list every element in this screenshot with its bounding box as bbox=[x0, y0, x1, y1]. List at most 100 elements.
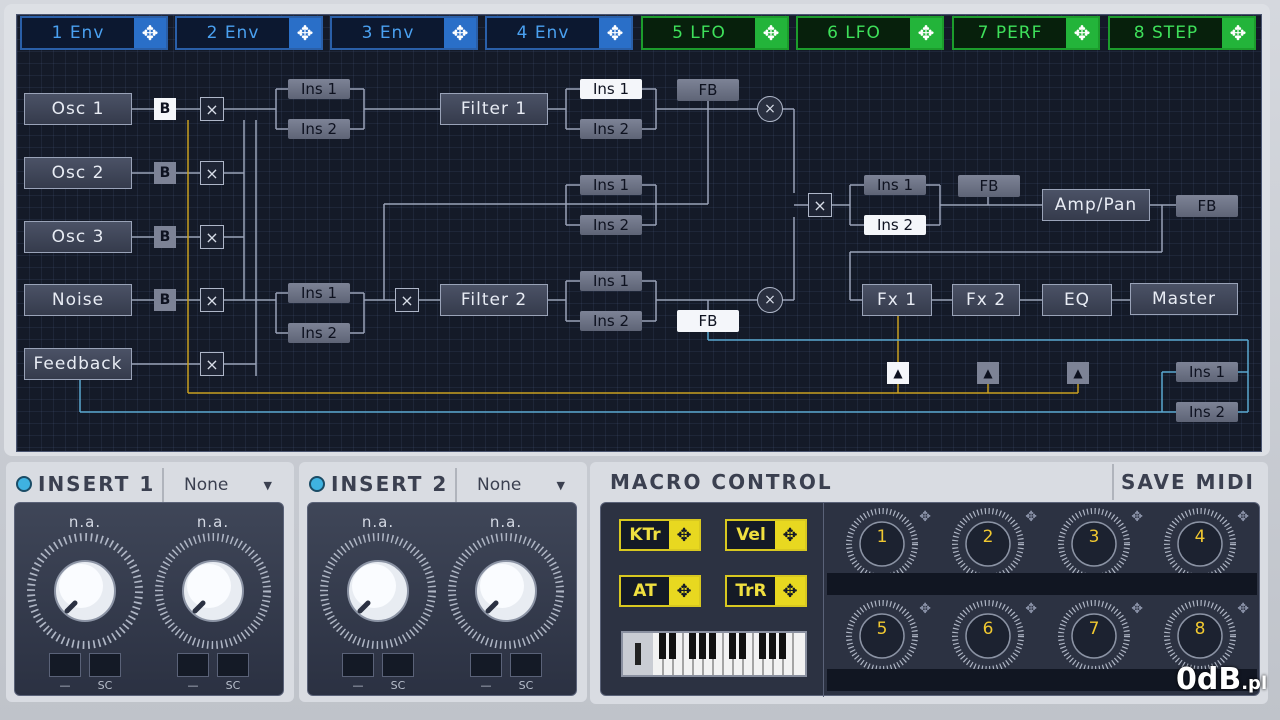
macro-source-ktr[interactable]: KTr ✥ bbox=[619, 519, 701, 551]
macro-knob-4[interactable]: 4 ✥ bbox=[1147, 507, 1253, 581]
filter2-mix-box[interactable]: × bbox=[395, 288, 419, 312]
post-filter1-ins2[interactable]: Ins 2 bbox=[580, 119, 642, 139]
insert1-b-sc-button[interactable] bbox=[217, 653, 249, 677]
tab-5-lfo[interactable]: 5 LFO ✥ bbox=[641, 16, 789, 50]
osc1-mix-box[interactable]: × bbox=[200, 97, 224, 121]
move-arrows-icon[interactable]: ✥ bbox=[755, 18, 787, 48]
pre-amp-ins1[interactable]: Ins 1 bbox=[864, 175, 926, 195]
osc2-mix-box[interactable]: × bbox=[200, 161, 224, 185]
move-arrows-icon[interactable]: ✥ bbox=[919, 601, 931, 617]
fx1-send-up-icon[interactable]: ▲ bbox=[887, 362, 909, 384]
insert2-b-sc-button[interactable] bbox=[510, 653, 542, 677]
insert1-knob-b[interactable]: n.a. bbox=[153, 513, 273, 653]
feedback-ins2[interactable]: Ins 2 bbox=[1176, 402, 1238, 422]
move-arrows-icon[interactable]: ✥ bbox=[1222, 18, 1254, 48]
insert2-a-sc-button[interactable] bbox=[382, 653, 414, 677]
move-arrows-icon[interactable]: ✥ bbox=[1131, 509, 1143, 525]
insert1-knob-a[interactable]: n.a. bbox=[25, 513, 145, 653]
filter2-vca-node[interactable]: × bbox=[757, 287, 783, 313]
insert2-power-led[interactable] bbox=[309, 476, 325, 492]
pre-amp-fb-button[interactable]: FB bbox=[958, 175, 1020, 197]
mid-ins1[interactable]: Ins 1 bbox=[580, 175, 642, 195]
insert1-a-sc-button[interactable] bbox=[89, 653, 121, 677]
macro-knob-2[interactable]: 2 ✥ bbox=[935, 507, 1041, 581]
eq-module[interactable]: EQ bbox=[1042, 284, 1112, 316]
insert2-knob-a[interactable]: n.a. bbox=[318, 513, 438, 653]
macro-source-vel[interactable]: Vel ✥ bbox=[725, 519, 807, 551]
move-arrows-icon[interactable]: ✥ bbox=[444, 18, 476, 48]
insert2-type-select[interactable]: None ▼ bbox=[455, 468, 575, 502]
feedback-mix-box[interactable]: × bbox=[200, 352, 224, 376]
move-arrows-icon[interactable]: ✥ bbox=[775, 577, 805, 605]
move-arrows-icon[interactable]: ✥ bbox=[1131, 601, 1143, 617]
move-arrows-icon[interactable]: ✥ bbox=[1025, 601, 1037, 617]
filter1-vca-node[interactable]: × bbox=[757, 96, 783, 122]
feedback-module[interactable]: Feedback bbox=[24, 348, 132, 380]
macro-source-at[interactable]: AT ✥ bbox=[619, 575, 701, 607]
mid-ins2[interactable]: Ins 2 bbox=[580, 215, 642, 235]
osc1-b-button[interactable]: B bbox=[154, 98, 176, 120]
feedback-ins1[interactable]: Ins 1 bbox=[1176, 362, 1238, 382]
tab-8-step[interactable]: 8 STEP ✥ bbox=[1108, 16, 1256, 50]
tab-6-lfo[interactable]: 6 LFO ✥ bbox=[796, 16, 944, 50]
fx1-module[interactable]: Fx 1 bbox=[862, 284, 932, 316]
pre-amp-ins2[interactable]: Ins 2 bbox=[864, 215, 926, 235]
insert2-knob-b[interactable]: n.a. bbox=[446, 513, 566, 653]
post-filter1-ins1[interactable]: Ins 1 bbox=[580, 79, 642, 99]
filter1-fb-button[interactable]: FB bbox=[677, 79, 739, 101]
macro-knob-5[interactable]: 5 ✥ bbox=[829, 599, 935, 673]
move-arrows-icon[interactable]: ✥ bbox=[919, 509, 931, 525]
macro-knob-7[interactable]: 7 ✥ bbox=[1041, 599, 1147, 673]
tab-4-env[interactable]: 4 Env ✥ bbox=[485, 16, 633, 50]
pre-filter2-ins1[interactable]: Ins 1 bbox=[288, 283, 350, 303]
insert2-a-minus-button[interactable] bbox=[342, 653, 374, 677]
filter2-module[interactable]: Filter 2 bbox=[440, 284, 548, 316]
fx2-module[interactable]: Fx 2 bbox=[952, 284, 1020, 316]
macro-knob-6[interactable]: 6 ✥ bbox=[935, 599, 1041, 673]
eq-send-up-icon[interactable]: ▲ bbox=[1067, 362, 1089, 384]
fx2-send-up-icon[interactable]: ▲ bbox=[977, 362, 999, 384]
macro-source-trr[interactable]: TrR ✥ bbox=[725, 575, 807, 607]
tab-3-env[interactable]: 3 Env ✥ bbox=[330, 16, 478, 50]
move-arrows-icon[interactable]: ✥ bbox=[669, 521, 699, 549]
master-module[interactable]: Master bbox=[1130, 283, 1238, 315]
pre-filter2-ins2[interactable]: Ins 2 bbox=[288, 323, 350, 343]
tab-7-perf[interactable]: 7 PERF ✥ bbox=[952, 16, 1100, 50]
amp-pan-module[interactable]: Amp/Pan bbox=[1042, 189, 1150, 221]
pre-filter1-ins1[interactable]: Ins 1 bbox=[288, 79, 350, 99]
move-arrows-icon[interactable]: ✥ bbox=[669, 577, 699, 605]
save-midi-button[interactable]: SAVE MIDI bbox=[1112, 464, 1262, 500]
move-arrows-icon[interactable]: ✥ bbox=[599, 18, 631, 48]
osc3-mix-box[interactable]: × bbox=[200, 225, 224, 249]
pre-filter1-ins2[interactable]: Ins 2 bbox=[288, 119, 350, 139]
noise-b-button[interactable]: B bbox=[154, 289, 176, 311]
osc2-module[interactable]: Osc 2 bbox=[24, 157, 132, 189]
insert1-b-minus-button[interactable] bbox=[177, 653, 209, 677]
amp-fb-button[interactable]: FB bbox=[1176, 195, 1238, 217]
macro-knob-1[interactable]: 1 ✥ bbox=[829, 507, 935, 581]
osc3-b-button[interactable]: B bbox=[154, 226, 176, 248]
tab-1-env[interactable]: 1 Env ✥ bbox=[20, 16, 168, 50]
insert1-power-led[interactable] bbox=[16, 476, 32, 492]
osc3-module[interactable]: Osc 3 bbox=[24, 221, 132, 253]
noise-module[interactable]: Noise bbox=[24, 284, 132, 316]
move-arrows-icon[interactable]: ✥ bbox=[1237, 509, 1249, 525]
move-arrows-icon[interactable]: ✥ bbox=[289, 18, 321, 48]
macro-knob-3[interactable]: 3 ✥ bbox=[1041, 507, 1147, 581]
move-arrows-icon[interactable]: ✥ bbox=[1066, 18, 1098, 48]
filter-sum-box[interactable]: × bbox=[808, 193, 832, 217]
move-arrows-icon[interactable]: ✥ bbox=[1025, 509, 1037, 525]
osc2-b-button[interactable]: B bbox=[154, 162, 176, 184]
noise-mix-box[interactable]: × bbox=[200, 288, 224, 312]
insert2-b-minus-button[interactable] bbox=[470, 653, 502, 677]
osc1-module[interactable]: Osc 1 bbox=[24, 93, 132, 125]
insert1-a-minus-button[interactable] bbox=[49, 653, 81, 677]
insert1-type-select[interactable]: None ▼ bbox=[162, 468, 282, 502]
post-filter2-ins1[interactable]: Ins 1 bbox=[580, 271, 642, 291]
move-arrows-icon[interactable]: ✥ bbox=[134, 18, 166, 48]
post-filter2-ins2[interactable]: Ins 2 bbox=[580, 311, 642, 331]
filter2-fb-button[interactable]: FB bbox=[677, 310, 739, 332]
filter1-module[interactable]: Filter 1 bbox=[440, 93, 548, 125]
macro-row1-slots[interactable] bbox=[827, 573, 1257, 595]
keyboard-icon[interactable] bbox=[621, 631, 807, 677]
